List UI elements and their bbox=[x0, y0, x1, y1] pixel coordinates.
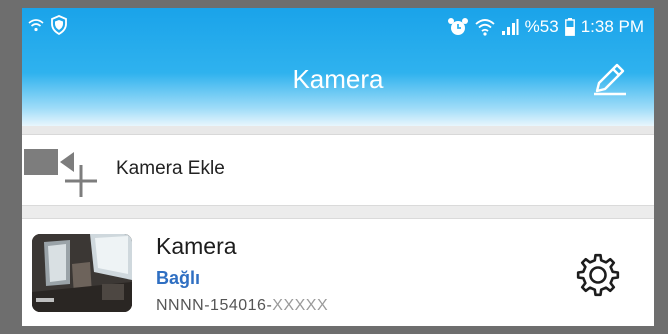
camera-id-prefix: NNNN-154016- bbox=[156, 297, 273, 314]
shield-icon bbox=[50, 14, 68, 40]
battery-icon bbox=[564, 18, 575, 36]
alarm-icon bbox=[447, 17, 469, 37]
add-camera-row[interactable]: Kamera Ekle bbox=[22, 135, 654, 205]
add-camera-label: Kamera Ekle bbox=[116, 158, 225, 179]
status-right-icons: %53 1:38 PM bbox=[447, 15, 644, 39]
gear-icon bbox=[575, 252, 621, 303]
app-screen: %53 1:38 PM Kamera Kamera Ekle Kamera Ba… bbox=[22, 8, 654, 326]
section-divider bbox=[22, 126, 654, 135]
camera-id: NNNN-154016-XXXXX bbox=[156, 297, 328, 315]
signal-icon bbox=[501, 18, 519, 36]
wifi-icon bbox=[28, 17, 44, 38]
camera-thumbnail bbox=[32, 234, 132, 312]
camera-id-masked: XXXXX bbox=[272, 297, 329, 314]
status-left-icons bbox=[28, 14, 68, 40]
camera-settings-button[interactable] bbox=[570, 249, 626, 305]
battery-level-text: %53 bbox=[524, 17, 559, 36]
edit-button[interactable] bbox=[588, 58, 632, 102]
add-camera-icon bbox=[24, 135, 102, 205]
page-title: Kamera bbox=[292, 64, 384, 94]
camera-list-item[interactable]: Kamera Bağlı NNNN-154016-XXXXX bbox=[22, 219, 654, 326]
section-divider bbox=[22, 205, 654, 219]
clock-time: 1:38 PM bbox=[580, 17, 644, 36]
camera-name: Kamera bbox=[156, 233, 237, 259]
status-bar: %53 1:38 PM bbox=[22, 8, 654, 46]
app-header: %53 1:38 PM Kamera bbox=[22, 8, 654, 126]
wifi-signal-icon bbox=[475, 18, 495, 36]
connection-status: Bağlı bbox=[156, 268, 201, 288]
pencil-icon bbox=[591, 59, 629, 102]
